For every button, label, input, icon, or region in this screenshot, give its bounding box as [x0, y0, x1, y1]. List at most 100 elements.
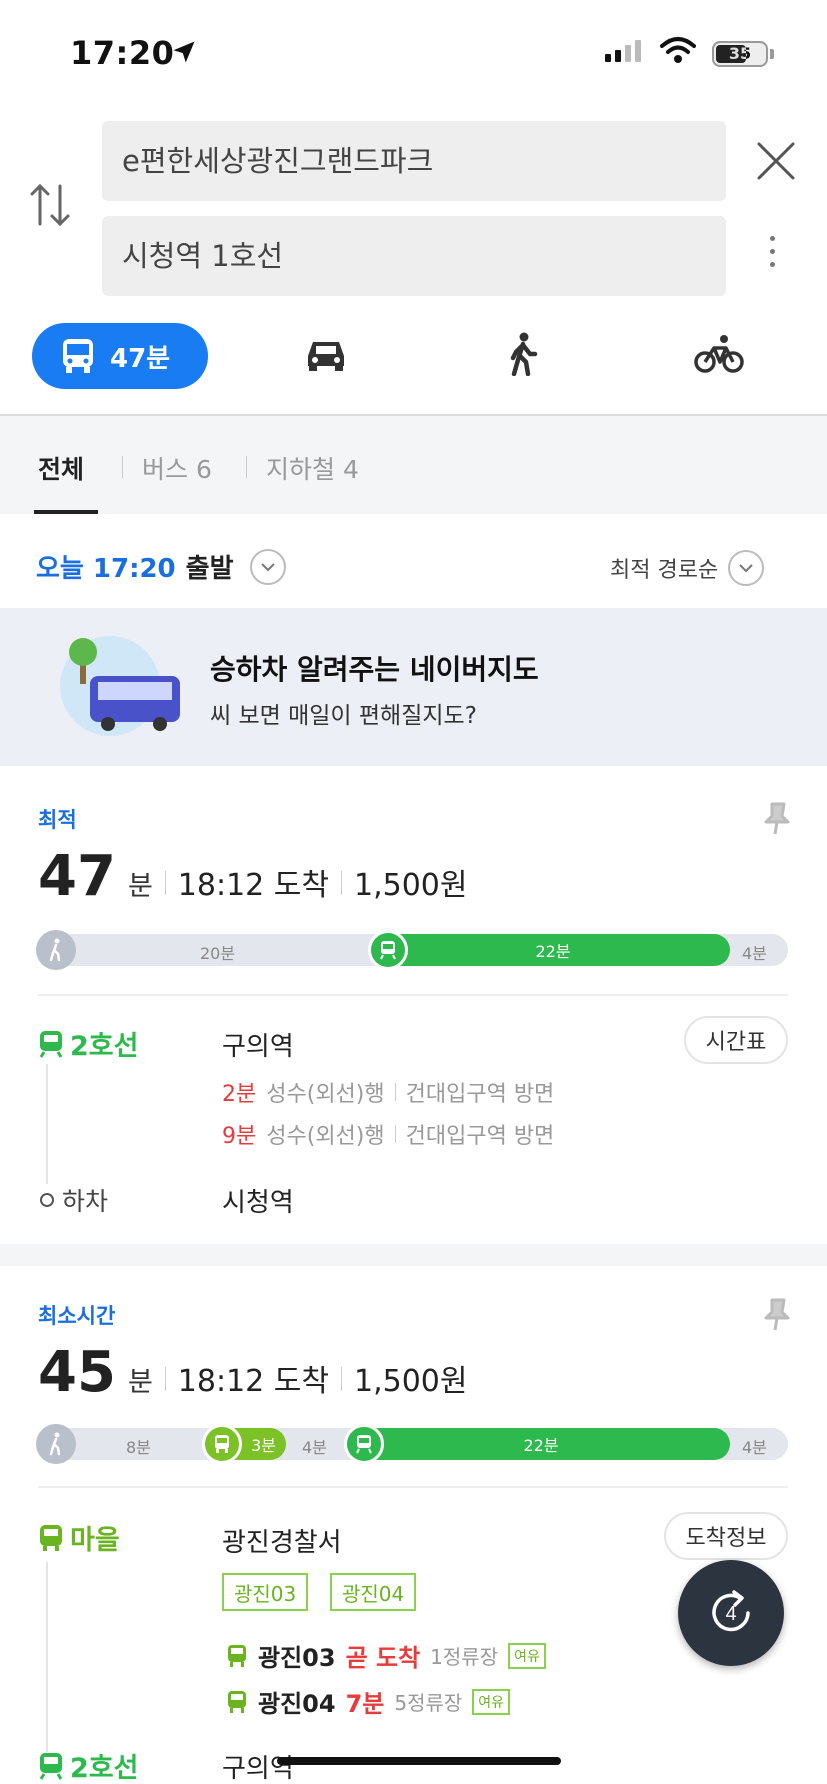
leg-line-name: 2호선 [70, 1753, 139, 1784]
divider [38, 994, 788, 996]
bus-stops-away: 5정류장 [394, 1691, 463, 1715]
getoff-station: 시청역 [222, 1188, 294, 1218]
bus-route-tag[interactable]: 광진03 [222, 1573, 309, 1611]
segment-walk-time: 20분 [200, 944, 236, 963]
segment-walk-time-end: 4분 [742, 1438, 767, 1457]
tab-all[interactable]: 전체 [38, 450, 84, 486]
divider [164, 871, 166, 895]
sort-label: 최적 경로순 [610, 558, 719, 583]
leg-station: 구의역 [222, 1754, 294, 1784]
segment-subway-time: 22분 [535, 942, 571, 961]
pin-icon[interactable] [762, 1296, 792, 1332]
subway-icon [39, 1030, 63, 1058]
arrival-eta: 9분 [222, 1124, 257, 1149]
divider [340, 1367, 342, 1391]
mode-transit-button[interactable]: 47분 [32, 323, 208, 389]
subway-icon [344, 1424, 384, 1464]
card-separator [0, 1244, 827, 1266]
route-tag: 최소시간 [38, 1304, 116, 1328]
segment-subway: 22분 [352, 1428, 730, 1460]
bicycle-icon[interactable] [694, 334, 744, 374]
bus-icon [63, 339, 93, 373]
chevron-down-icon [249, 548, 286, 585]
tab-divider [122, 456, 123, 478]
more-options-icon[interactable] [770, 236, 775, 267]
mode-transit-label: 47분 [110, 343, 171, 374]
crowding-status-badge: 여유 [508, 1642, 546, 1669]
arrival-eta: 2분 [222, 1082, 257, 1107]
cellular-signal-icon [605, 40, 641, 62]
segment-subway: 22분 [376, 934, 730, 966]
leg-line-badge: 2호선 [38, 1024, 138, 1063]
car-icon[interactable] [304, 336, 348, 372]
route-fare: 1,500원 [353, 868, 468, 903]
wifi-icon [660, 37, 696, 63]
segment-walk-time: 4분 [302, 1438, 327, 1457]
swap-direction-icon[interactable] [28, 180, 72, 230]
route-minutes: 47 [38, 844, 116, 909]
subway-icon [368, 930, 408, 970]
bus-icon [228, 1690, 246, 1713]
leg-line-name: 2호선 [70, 1031, 139, 1062]
crowding-status-badge: 여유 [472, 1688, 511, 1715]
divider [394, 1125, 396, 1143]
route-timeline [46, 1064, 48, 1184]
walk-icon[interactable] [508, 332, 538, 376]
divider [340, 871, 342, 895]
arrival-info-button[interactable]: 도착정보 [664, 1512, 788, 1560]
stop-dot-icon [40, 1193, 54, 1207]
divider [164, 1367, 166, 1391]
bus-stops-away: 1정류장 [430, 1645, 499, 1669]
chevron-down-icon [728, 550, 765, 586]
leg-line-name: 마을 [70, 1525, 120, 1556]
route-summary[interactable]: 47 분 18:12 도착 1,500원 [38, 844, 467, 909]
route-minutes-unit: 분 [127, 871, 153, 902]
tab-bus[interactable]: 버스 6 [142, 450, 212, 486]
segment-bus-time: 3분 [251, 1436, 276, 1455]
route-arrival: 18:12 도착 [177, 868, 329, 903]
tab-bar [0, 414, 827, 514]
tab-subway[interactable]: 지하철 4 [266, 450, 359, 486]
getoff-label: 하차 [62, 1187, 109, 1216]
home-indicator [277, 1757, 561, 1765]
arrival-destination: 성수(외선)행 [266, 1124, 385, 1149]
departure-time-selector[interactable]: 오늘 17:20 출발 [36, 548, 286, 585]
refresh-count: 4 [725, 1603, 736, 1625]
bus-name: 광진03 [258, 1644, 336, 1672]
tab-divider [246, 456, 247, 478]
refresh-button[interactable]: 4 [678, 1560, 784, 1666]
leg-line-badge: 2호선 [38, 1746, 138, 1784]
bus-arrival-row: 광진03 곧 도착 1정류장 여유 [226, 1638, 546, 1673]
bus-route-tag[interactable]: 광진04 [330, 1573, 417, 1611]
leg-station: 광진경찰서 [222, 1528, 342, 1558]
departure-suffix: 출발 [185, 554, 234, 584]
battery-tip [770, 49, 774, 59]
pin-icon[interactable] [762, 800, 792, 836]
arrival-destination: 성수(외선)행 [266, 1082, 385, 1107]
walk-icon [36, 930, 76, 970]
bus-eta: 7분 [345, 1690, 385, 1718]
close-icon[interactable] [755, 140, 797, 182]
bus-icon [40, 1524, 62, 1551]
sort-selector[interactable]: 최적 경로순 [610, 550, 765, 586]
route-timeline [46, 1562, 48, 1752]
segment-subway-time: 22분 [523, 1436, 559, 1455]
route-arrival: 18:12 도착 [177, 1364, 329, 1399]
divider [394, 1083, 396, 1101]
segment-walk-time-end: 4분 [742, 944, 767, 963]
destination-field[interactable]: 시청역 1호선 [102, 216, 726, 296]
divider [38, 1486, 788, 1488]
bus-name: 광진04 [258, 1690, 336, 1718]
bus-eta: 곧 도착 [345, 1644, 421, 1672]
origin-field[interactable]: e편한세상광진그랜드파크 [102, 121, 726, 201]
status-time: 17:20 [70, 34, 175, 72]
leg-line-badge: 마을 [38, 1518, 120, 1557]
segment-walk-time: 8분 [126, 1438, 151, 1457]
bus-arrival-row: 광진04 7분 5정류장 여유 [226, 1684, 511, 1719]
arrival-row: 2분 성수(외선)행 건대입구역 방면 [222, 1076, 554, 1108]
route-summary[interactable]: 45 분 18:12 도착 1,500원 [38, 1340, 467, 1405]
promo-subtitle: 씨 보면 매일이 편해질지도? [210, 703, 477, 729]
route-tag: 최적 [38, 808, 77, 832]
route-minutes: 45 [38, 1340, 116, 1405]
timetable-button[interactable]: 시간표 [684, 1016, 788, 1064]
